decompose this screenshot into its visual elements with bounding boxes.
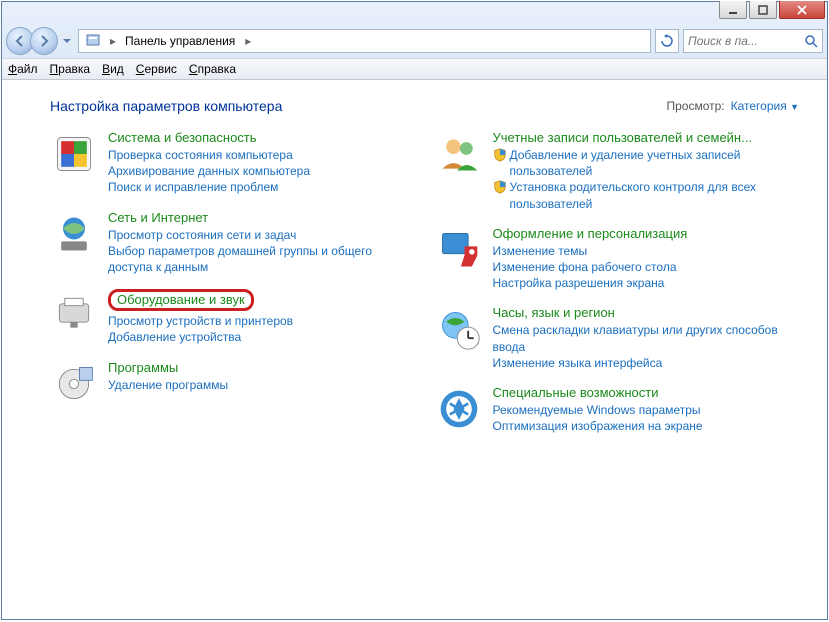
search-input[interactable] <box>688 34 804 48</box>
close-button[interactable] <box>779 1 825 19</box>
right-column: Учетные записи пользователей и семейн...… <box>435 130 800 448</box>
ease-link-0[interactable]: Рекомендуемые Windows параметры <box>493 402 800 418</box>
users-link-0[interactable]: Добавление и удаление учетных записей по… <box>493 147 800 179</box>
users-icon <box>435 130 483 178</box>
control-panel-window: ▸ Панель управления ▸ Файлdocument.curre… <box>1 1 828 620</box>
category-hardware: Оборудование и звук Просмотр устройств и… <box>50 289 415 345</box>
system-icon <box>50 130 98 178</box>
users-link-1[interactable]: Установка родительского контроля для все… <box>493 179 800 211</box>
category-ease: Специальные возможности Рекомендуемые Wi… <box>435 385 800 434</box>
shield-icon <box>493 180 507 194</box>
hardware-icon <box>50 289 98 337</box>
hardware-link-0[interactable]: Просмотр устройств и принтеров <box>108 313 415 329</box>
ease-title[interactable]: Специальные возможности <box>493 385 800 400</box>
content-area: Настройка параметров компьютера Просмотр… <box>2 80 827 619</box>
menu-edit[interactable]: Правка <box>50 62 91 76</box>
network-icon <box>50 210 98 258</box>
appearance-icon <box>435 226 483 274</box>
category-programs: Программы Удаление программы <box>50 360 415 408</box>
left-column: Система и безопасность Проверка состояни… <box>50 130 415 448</box>
system-link-2[interactable]: Поиск и исправление проблем <box>108 179 415 195</box>
ease-icon <box>435 385 483 433</box>
programs-link-0[interactable]: Удаление программы <box>108 377 415 393</box>
refresh-button[interactable] <box>655 29 679 53</box>
network-link-0[interactable]: Просмотр состояния сети и задач <box>108 227 415 243</box>
system-title[interactable]: Система и безопасность <box>108 130 415 145</box>
menubar: Файлdocument.currentScript.previousEleme… <box>2 58 827 80</box>
titlebar <box>2 2 827 24</box>
appearance-link-0[interactable]: Изменение темы <box>493 243 800 259</box>
clock-icon <box>435 305 483 353</box>
window-controls <box>719 1 825 19</box>
minimize-button[interactable] <box>719 1 747 19</box>
forward-button[interactable] <box>30 27 58 55</box>
breadcrumb-control-panel[interactable]: Панель управления <box>119 30 242 52</box>
menu-tools[interactable]: Сервис <box>136 62 177 76</box>
programs-icon <box>50 360 98 408</box>
hardware-link-1[interactable]: Добавление устройства <box>108 329 415 345</box>
content-header: Настройка параметров компьютера Просмотр… <box>50 98 799 114</box>
menu-view[interactable]: Вид <box>102 62 124 76</box>
breadcrumb-arrow[interactable]: ▸ <box>242 30 254 52</box>
nav-buttons <box>6 27 58 55</box>
network-title[interactable]: Сеть и Интернет <box>108 210 415 225</box>
category-clock: Часы, язык и регион Смена раскладки клав… <box>435 305 800 371</box>
navigation-row: ▸ Панель управления ▸ <box>2 24 827 58</box>
address-bar[interactable]: ▸ Панель управления ▸ <box>78 29 651 53</box>
menu-help[interactable]: Справка <box>189 62 236 76</box>
hardware-title[interactable]: Оборудование и звук <box>108 289 415 311</box>
appearance-link-1[interactable]: Изменение фона рабочего стола <box>493 259 800 275</box>
programs-title[interactable]: Программы <box>108 360 415 375</box>
shield-icon <box>493 148 507 162</box>
category-users: Учетные записи пользователей и семейн...… <box>435 130 800 212</box>
control-panel-icon <box>83 31 103 51</box>
search-box[interactable] <box>683 29 823 53</box>
clock-link-1[interactable]: Изменение языка интерфейса <box>493 355 800 371</box>
clock-title[interactable]: Часы, язык и регион <box>493 305 800 320</box>
history-dropdown[interactable] <box>60 32 74 50</box>
view-control: Просмотр: Категория ▼ <box>666 99 799 113</box>
ease-link-1[interactable]: Оптимизация изображения на экране <box>493 418 800 434</box>
category-network: Сеть и Интернет Просмотр состояния сети … <box>50 210 415 276</box>
menu-file[interactable]: Файлdocument.currentScript.previousEleme… <box>8 62 38 76</box>
clock-link-0[interactable]: Смена раскладки клавиатуры или других сп… <box>493 322 800 354</box>
search-icon <box>804 34 818 48</box>
system-link-1[interactable]: Архивирование данных компьютера <box>108 163 415 179</box>
category-system: Система и безопасность Проверка состояни… <box>50 130 415 196</box>
view-label: Просмотр: <box>666 99 724 113</box>
appearance-title[interactable]: Оформление и персонализация <box>493 226 800 241</box>
view-dropdown[interactable]: Категория ▼ <box>731 99 799 113</box>
breadcrumb-root-arrow[interactable]: ▸ <box>107 30 119 52</box>
maximize-button[interactable] <box>749 1 777 19</box>
system-link-0[interactable]: Проверка состояния компьютера <box>108 147 415 163</box>
category-appearance: Оформление и персонализация Изменение те… <box>435 226 800 292</box>
users-title[interactable]: Учетные записи пользователей и семейн... <box>493 130 800 145</box>
appearance-link-2[interactable]: Настройка разрешения экрана <box>493 275 800 291</box>
network-link-1[interactable]: Выбор параметров домашней группы и общег… <box>108 243 415 275</box>
page-title: Настройка параметров компьютера <box>50 98 282 114</box>
category-columns: Система и безопасность Проверка состояни… <box>50 130 799 448</box>
